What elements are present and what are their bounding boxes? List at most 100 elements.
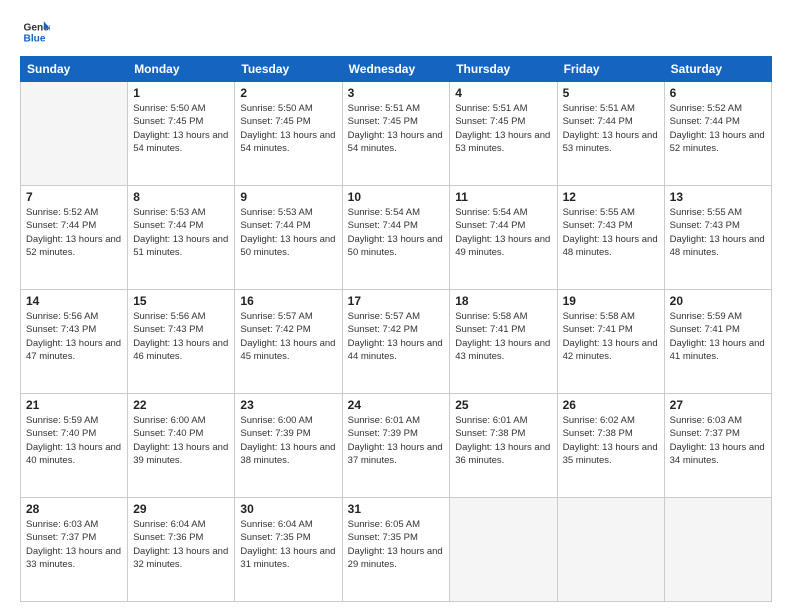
day-info: Sunrise: 5:56 AMSunset: 7:43 PMDaylight:… (133, 310, 229, 363)
calendar-week-row: 14 Sunrise: 5:56 AMSunset: 7:43 PMDayligh… (21, 290, 772, 394)
day-number: 23 (240, 398, 336, 412)
day-info: Sunrise: 6:05 AMSunset: 7:35 PMDaylight:… (348, 518, 445, 571)
day-info: Sunrise: 5:59 AMSunset: 7:41 PMDaylight:… (670, 310, 766, 363)
day-info: Sunrise: 5:58 AMSunset: 7:41 PMDaylight:… (455, 310, 551, 363)
day-info: Sunrise: 6:01 AMSunset: 7:39 PMDaylight:… (348, 414, 445, 467)
calendar-cell: 5 Sunrise: 5:51 AMSunset: 7:44 PMDaylight… (557, 82, 664, 186)
day-number: 24 (348, 398, 445, 412)
day-info: Sunrise: 5:57 AMSunset: 7:42 PMDaylight:… (348, 310, 445, 363)
calendar-cell: 31 Sunrise: 6:05 AMSunset: 7:35 PMDayligh… (342, 498, 450, 602)
day-number: 19 (563, 294, 659, 308)
day-info: Sunrise: 6:01 AMSunset: 7:38 PMDaylight:… (455, 414, 551, 467)
day-info: Sunrise: 5:54 AMSunset: 7:44 PMDaylight:… (348, 206, 445, 259)
day-number: 31 (348, 502, 445, 516)
day-number: 17 (348, 294, 445, 308)
day-number: 22 (133, 398, 229, 412)
calendar-cell: 13Sunrise: 5:55 AMSunset: 7:43 PMDayligh… (664, 186, 771, 290)
day-info: Sunrise: 5:58 AMSunset: 7:41 PMDaylight:… (563, 310, 659, 363)
calendar-cell: 17 Sunrise: 5:57 AMSunset: 7:42 PMDayligh… (342, 290, 450, 394)
calendar-cell: 15 Sunrise: 5:56 AMSunset: 7:43 PMDayligh… (128, 290, 235, 394)
calendar-cell: 16Sunrise: 5:57 AMSunset: 7:42 PMDayligh… (235, 290, 342, 394)
calendar-week-row: 1Sunrise: 5:50 AMSunset: 7:45 PMDaylight… (21, 82, 772, 186)
calendar-cell: 11 Sunrise: 5:54 AMSunset: 7:44 PMDayligh… (450, 186, 557, 290)
day-number: 8 (133, 190, 229, 204)
day-info: Sunrise: 5:51 AMSunset: 7:45 PMDaylight:… (348, 102, 445, 155)
calendar-cell: 27 Sunrise: 6:03 AMSunset: 7:37 PMDayligh… (664, 394, 771, 498)
logo-icon: General Blue (22, 18, 50, 46)
col-header-sunday: Sunday (21, 57, 128, 82)
calendar-cell: 30 Sunrise: 6:04 AMSunset: 7:35 PMDayligh… (235, 498, 342, 602)
calendar-cell: 26Sunrise: 6:02 AMSunset: 7:38 PMDayligh… (557, 394, 664, 498)
day-number: 11 (455, 190, 551, 204)
page: General Blue SundayMondayTuesdayWednesda… (0, 0, 792, 612)
calendar-cell: 1Sunrise: 5:50 AMSunset: 7:45 PMDaylight… (128, 82, 235, 186)
day-info: Sunrise: 6:04 AMSunset: 7:36 PMDaylight:… (133, 518, 229, 571)
day-number: 4 (455, 86, 551, 100)
day-info: Sunrise: 6:02 AMSunset: 7:38 PMDaylight:… (563, 414, 659, 467)
col-header-saturday: Saturday (664, 57, 771, 82)
calendar-cell (450, 498, 557, 602)
day-info: Sunrise: 5:52 AMSunset: 7:44 PMDaylight:… (26, 206, 122, 259)
day-number: 9 (240, 190, 336, 204)
calendar-cell: 24 Sunrise: 6:01 AMSunset: 7:39 PMDayligh… (342, 394, 450, 498)
calendar-cell: 23 Sunrise: 6:00 AMSunset: 7:39 PMDayligh… (235, 394, 342, 498)
day-info: Sunrise: 5:59 AMSunset: 7:40 PMDaylight:… (26, 414, 122, 467)
day-number: 7 (26, 190, 122, 204)
calendar-cell: 3 Sunrise: 5:51 AMSunset: 7:45 PMDaylight… (342, 82, 450, 186)
day-info: Sunrise: 5:56 AMSunset: 7:43 PMDaylight:… (26, 310, 122, 363)
day-number: 3 (348, 86, 445, 100)
calendar-cell: 28 Sunrise: 6:03 AMSunset: 7:37 PMDayligh… (21, 498, 128, 602)
calendar-cell: 9Sunrise: 5:53 AMSunset: 7:44 PMDaylight… (235, 186, 342, 290)
calendar-cell: 20 Sunrise: 5:59 AMSunset: 7:41 PMDayligh… (664, 290, 771, 394)
day-number: 25 (455, 398, 551, 412)
calendar-cell: 21 Sunrise: 5:59 AMSunset: 7:40 PMDayligh… (21, 394, 128, 498)
calendar-week-row: 28 Sunrise: 6:03 AMSunset: 7:37 PMDayligh… (21, 498, 772, 602)
calendar-week-row: 7 Sunrise: 5:52 AMSunset: 7:44 PMDaylight… (21, 186, 772, 290)
day-info: Sunrise: 5:55 AMSunset: 7:43 PMDaylight:… (670, 206, 766, 259)
calendar-header-row: SundayMondayTuesdayWednesdayThursdayFrid… (21, 57, 772, 82)
day-number: 30 (240, 502, 336, 516)
day-info: Sunrise: 6:04 AMSunset: 7:35 PMDaylight:… (240, 518, 336, 571)
logo: General Blue (20, 18, 50, 46)
day-info: Sunrise: 5:50 AMSunset: 7:45 PMDaylight:… (240, 102, 336, 155)
day-number: 6 (670, 86, 766, 100)
col-header-monday: Monday (128, 57, 235, 82)
day-info: Sunrise: 5:51 AMSunset: 7:45 PMDaylight:… (455, 102, 551, 155)
day-info: Sunrise: 5:51 AMSunset: 7:44 PMDaylight:… (563, 102, 659, 155)
calendar-table: SundayMondayTuesdayWednesdayThursdayFrid… (20, 56, 772, 602)
day-info: Sunrise: 6:03 AMSunset: 7:37 PMDaylight:… (670, 414, 766, 467)
calendar-cell: 10 Sunrise: 5:54 AMSunset: 7:44 PMDayligh… (342, 186, 450, 290)
calendar-cell: 6 Sunrise: 5:52 AMSunset: 7:44 PMDaylight… (664, 82, 771, 186)
day-number: 20 (670, 294, 766, 308)
day-info: Sunrise: 6:03 AMSunset: 7:37 PMDaylight:… (26, 518, 122, 571)
day-number: 28 (26, 502, 122, 516)
header: General Blue (20, 18, 772, 46)
day-info: Sunrise: 5:57 AMSunset: 7:42 PMDaylight:… (240, 310, 336, 363)
calendar-cell: 14 Sunrise: 5:56 AMSunset: 7:43 PMDayligh… (21, 290, 128, 394)
day-number: 12 (563, 190, 659, 204)
day-info: Sunrise: 5:52 AMSunset: 7:44 PMDaylight:… (670, 102, 766, 155)
day-number: 27 (670, 398, 766, 412)
day-number: 14 (26, 294, 122, 308)
calendar-cell: 7 Sunrise: 5:52 AMSunset: 7:44 PMDaylight… (21, 186, 128, 290)
day-info: Sunrise: 5:50 AMSunset: 7:45 PMDaylight:… (133, 102, 229, 155)
day-number: 15 (133, 294, 229, 308)
day-info: Sunrise: 5:54 AMSunset: 7:44 PMDaylight:… (455, 206, 551, 259)
calendar-cell (557, 498, 664, 602)
day-info: Sunrise: 6:00 AMSunset: 7:40 PMDaylight:… (133, 414, 229, 467)
col-header-wednesday: Wednesday (342, 57, 450, 82)
day-info: Sunrise: 6:00 AMSunset: 7:39 PMDaylight:… (240, 414, 336, 467)
day-number: 18 (455, 294, 551, 308)
day-info: Sunrise: 5:53 AMSunset: 7:44 PMDaylight:… (133, 206, 229, 259)
day-number: 5 (563, 86, 659, 100)
svg-text:Blue: Blue (24, 33, 46, 44)
day-number: 10 (348, 190, 445, 204)
calendar-cell: 22 Sunrise: 6:00 AMSunset: 7:40 PMDayligh… (128, 394, 235, 498)
col-header-friday: Friday (557, 57, 664, 82)
calendar-cell: 2Sunrise: 5:50 AMSunset: 7:45 PMDaylight… (235, 82, 342, 186)
calendar-cell: 19 Sunrise: 5:58 AMSunset: 7:41 PMDayligh… (557, 290, 664, 394)
col-header-tuesday: Tuesday (235, 57, 342, 82)
calendar-week-row: 21 Sunrise: 5:59 AMSunset: 7:40 PMDayligh… (21, 394, 772, 498)
day-number: 21 (26, 398, 122, 412)
col-header-thursday: Thursday (450, 57, 557, 82)
